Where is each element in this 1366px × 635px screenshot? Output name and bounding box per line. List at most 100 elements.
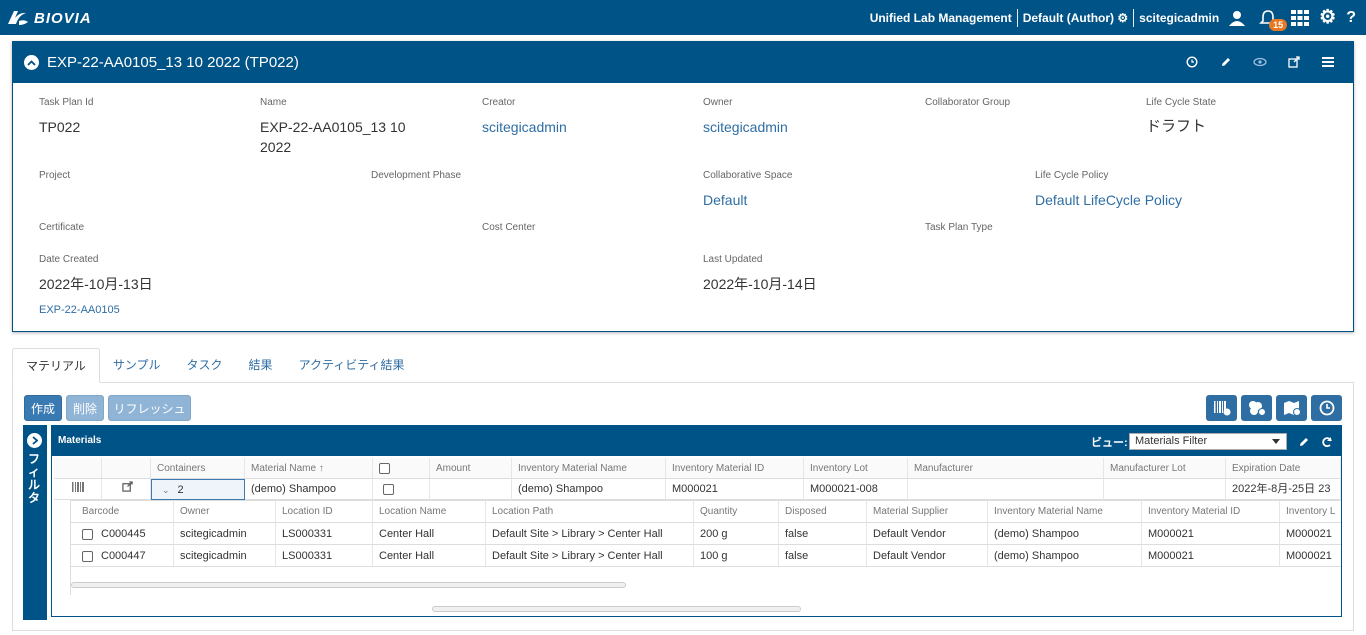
gear-icon[interactable]: ⚙ bbox=[1319, 6, 1336, 29]
biovia-logo[interactable]: BIOVIA bbox=[6, 7, 92, 29]
col-header-quantity[interactable]: Quantity bbox=[694, 501, 779, 523]
col-header-inventory-material-id[interactable]: Inventory Material ID bbox=[666, 458, 804, 479]
col-header-inventory-material-name[interactable]: Inventory Material Name bbox=[988, 501, 1142, 523]
share-icon[interactable] bbox=[1285, 53, 1303, 71]
field-development-phase: Development Phase bbox=[371, 170, 461, 181]
subgrid-horizontal-scrollbar[interactable] bbox=[71, 582, 626, 588]
field-name: Name EXP-22-AA0105_13 10 2022 bbox=[260, 97, 430, 157]
material-name-cell: (demo) Shampoo bbox=[245, 479, 373, 500]
view-select[interactable]: Materials Filter bbox=[1129, 433, 1287, 450]
help-icon[interactable]: ? bbox=[1346, 9, 1356, 27]
row-checkbox[interactable] bbox=[82, 528, 93, 540]
tab-results[interactable]: 結果 bbox=[236, 348, 286, 383]
barcode-icon[interactable] bbox=[54, 479, 102, 500]
field-date-created: Date Created 2022年-10月-13日 bbox=[39, 254, 153, 294]
field-label: Development Phase bbox=[371, 170, 462, 181]
tab-materials[interactable]: マテリアル bbox=[12, 348, 100, 383]
col-header-material-supplier[interactable]: Material Supplier bbox=[867, 501, 988, 523]
col-header-expiration-date[interactable]: Expiration Date bbox=[1226, 458, 1341, 479]
creator-link[interactable]: scitegicadmin bbox=[482, 117, 567, 137]
edit-view-icon[interactable] bbox=[1298, 435, 1310, 453]
field-label: Life Cycle Policy bbox=[1035, 170, 1109, 181]
col-header-containers[interactable]: Containers bbox=[151, 458, 245, 479]
col-header-location-path[interactable]: Location Path bbox=[486, 501, 694, 523]
owner-link[interactable]: scitegicadmin bbox=[703, 117, 788, 137]
life-cycle-policy-link[interactable]: Default LifeCycle Policy bbox=[1035, 190, 1182, 210]
bell-icon[interactable]: 15 bbox=[1259, 9, 1288, 31]
field-cost-center: Cost Center bbox=[482, 222, 535, 233]
role-selector[interactable]: Default (Author) ⚙ bbox=[1023, 11, 1128, 25]
grid-horizontal-scrollbar[interactable] bbox=[432, 606, 801, 612]
row-checkbox[interactable] bbox=[82, 550, 93, 562]
tab-tasks[interactable]: タスク bbox=[174, 348, 236, 383]
collaborative-space-link[interactable]: Default bbox=[703, 190, 793, 210]
field-value: 2022年-10月-13日 bbox=[39, 276, 153, 292]
app-name[interactable]: Unified Lab Management bbox=[870, 11, 1012, 25]
menu-icon[interactable] bbox=[1319, 53, 1337, 71]
col-header-amount[interactable]: Amount bbox=[430, 458, 512, 479]
col-header-manufacturer-lot[interactable]: Manufacturer Lot bbox=[1104, 458, 1226, 479]
field-label: Certificate bbox=[39, 222, 85, 233]
col-header-disposed[interactable]: Disposed bbox=[779, 501, 867, 523]
col-header-location-id[interactable]: Location ID bbox=[276, 501, 373, 523]
table-row[interactable]: C000445 scitegicadmin LS000331 Center Ha… bbox=[71, 523, 1341, 545]
collapse-icon[interactable] bbox=[24, 55, 39, 70]
open-external-icon[interactable] bbox=[102, 479, 151, 500]
history-icon[interactable] bbox=[1183, 53, 1201, 71]
field-value: 2022年-10月-14日 bbox=[703, 276, 817, 292]
amount-cell bbox=[430, 479, 512, 500]
tab-activity-results[interactable]: アクティビティ結果 bbox=[286, 348, 418, 383]
expand-filter-icon[interactable] bbox=[27, 433, 42, 448]
divider bbox=[1016, 8, 1018, 27]
inventory-lot-cell: M000021 bbox=[1280, 545, 1341, 567]
inventory-material-id-cell: M000021 bbox=[1142, 523, 1280, 545]
watch-icon[interactable] bbox=[1251, 53, 1269, 71]
location-id-cell: LS000331 bbox=[276, 545, 373, 567]
col-header-manufacturer[interactable]: Manufacturer bbox=[908, 458, 1104, 479]
gear-small-icon: ⚙ bbox=[1117, 10, 1129, 25]
grid-icon[interactable] bbox=[1291, 9, 1310, 26]
chevron-down-icon[interactable]: ⌄ bbox=[162, 485, 170, 495]
create-button[interactable]: 作成 bbox=[24, 395, 62, 421]
map-icon[interactable] bbox=[1276, 395, 1307, 421]
tab-bar: マテリアル サンプル タスク 結果 アクティビティ結果 bbox=[12, 348, 418, 383]
user-icon[interactable] bbox=[1229, 10, 1246, 26]
table-row[interactable]: ⌄ 2 (demo) Shampoo (demo) Shampoo M000021… bbox=[54, 479, 1341, 500]
col-header-owner[interactable]: Owner bbox=[174, 501, 276, 523]
col-header-barcode bbox=[54, 458, 102, 479]
experiment-link[interactable]: EXP-22-AA0105 bbox=[39, 304, 120, 316]
row-checkbox[interactable] bbox=[383, 483, 394, 495]
field-label: Owner bbox=[703, 97, 733, 108]
field-label: Name bbox=[260, 97, 287, 108]
edit-icon[interactable] bbox=[1217, 53, 1235, 71]
field-project: Project bbox=[39, 170, 70, 181]
refresh-button[interactable]: リフレッシュ bbox=[108, 395, 191, 421]
col-header-material-name[interactable]: Material Name ↑ bbox=[245, 458, 373, 479]
field-label: Collaborative Space bbox=[703, 170, 793, 181]
materials-header: Materials ビュー: Materials Filter bbox=[52, 426, 1341, 456]
barcode-icon[interactable] bbox=[1206, 395, 1237, 421]
col-header-inventory-lot[interactable]: Inventory L bbox=[1280, 501, 1341, 523]
containers-icon[interactable] bbox=[1241, 395, 1272, 421]
quantity-cell: 200 g bbox=[694, 523, 779, 545]
clock-icon[interactable] bbox=[1311, 395, 1342, 421]
field-life-cycle-state: Life Cycle State ドラフト bbox=[1146, 97, 1216, 137]
col-header-location-name[interactable]: Location Name bbox=[373, 501, 486, 523]
select-all-checkbox[interactable] bbox=[379, 462, 390, 474]
col-header-inventory-material-name[interactable]: Inventory Material Name bbox=[512, 458, 666, 479]
tab-samples[interactable]: サンプル bbox=[100, 348, 174, 383]
user-name[interactable]: scitegicadmin bbox=[1139, 11, 1219, 25]
refresh-icon[interactable] bbox=[1321, 435, 1333, 453]
inventory-material-id-cell: M000021 bbox=[1142, 545, 1280, 567]
containers-count-cell[interactable]: ⌄ 2 bbox=[151, 479, 245, 500]
location-path-cell: Default Site > Library > Center Hall bbox=[486, 523, 694, 545]
location-name-cell: Center Hall bbox=[373, 545, 486, 567]
materials-title: Materials bbox=[58, 435, 102, 446]
filter-sidebar[interactable]: フィルタ bbox=[23, 425, 47, 620]
table-row[interactable]: C000447 scitegicadmin LS000331 Center Ha… bbox=[71, 545, 1341, 567]
col-header-barcode[interactable]: Barcode bbox=[71, 501, 174, 523]
panel-title: EXP-22-AA0105_13 10 2022 (TP022) bbox=[47, 54, 299, 71]
delete-button[interactable]: 削除 bbox=[66, 395, 104, 421]
col-header-inventory-lot[interactable]: Inventory Lot bbox=[804, 458, 908, 479]
col-header-inventory-material-id[interactable]: Inventory Material ID bbox=[1142, 501, 1280, 523]
